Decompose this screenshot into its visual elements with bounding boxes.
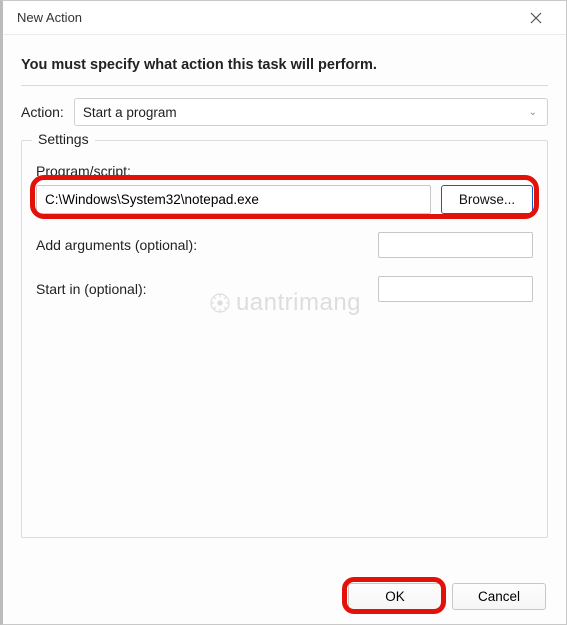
window-title: New Action xyxy=(17,10,82,25)
browse-button[interactable]: Browse... xyxy=(441,185,533,214)
program-script-label: Program/script: xyxy=(36,163,533,179)
dialog-content: You must specify what action this task w… xyxy=(3,35,566,550)
start-in-input[interactable] xyxy=(378,276,533,302)
action-select-value: Start a program xyxy=(83,105,177,120)
settings-legend: Settings xyxy=(32,131,95,147)
arguments-input[interactable] xyxy=(378,232,533,258)
close-icon xyxy=(530,12,542,24)
settings-group: Settings Program/script: Browse... Add a… xyxy=(21,140,548,538)
arguments-label: Add arguments (optional): xyxy=(36,237,197,253)
arguments-row: Add arguments (optional): xyxy=(36,232,533,258)
instruction-text: You must specify what action this task w… xyxy=(21,57,548,73)
ok-button[interactable]: OK xyxy=(348,583,442,610)
new-action-dialog: New Action You must specify what action … xyxy=(0,0,567,625)
cancel-button[interactable]: Cancel xyxy=(452,583,546,610)
action-label: Action: xyxy=(21,104,64,120)
title-bar: New Action xyxy=(3,1,566,35)
start-in-row: Start in (optional): xyxy=(36,276,533,302)
divider xyxy=(21,85,548,86)
program-script-row: Browse... xyxy=(36,185,533,214)
chevron-down-icon: ⌄ xyxy=(529,107,537,118)
program-script-input[interactable] xyxy=(36,185,431,214)
close-button[interactable] xyxy=(516,4,556,32)
start-in-label: Start in (optional): xyxy=(36,281,147,297)
action-select[interactable]: Start a program ⌄ xyxy=(74,98,548,126)
ok-button-wrap: OK xyxy=(348,583,442,610)
action-row: Action: Start a program ⌄ xyxy=(21,98,548,126)
dialog-footer: OK Cancel xyxy=(3,583,566,610)
